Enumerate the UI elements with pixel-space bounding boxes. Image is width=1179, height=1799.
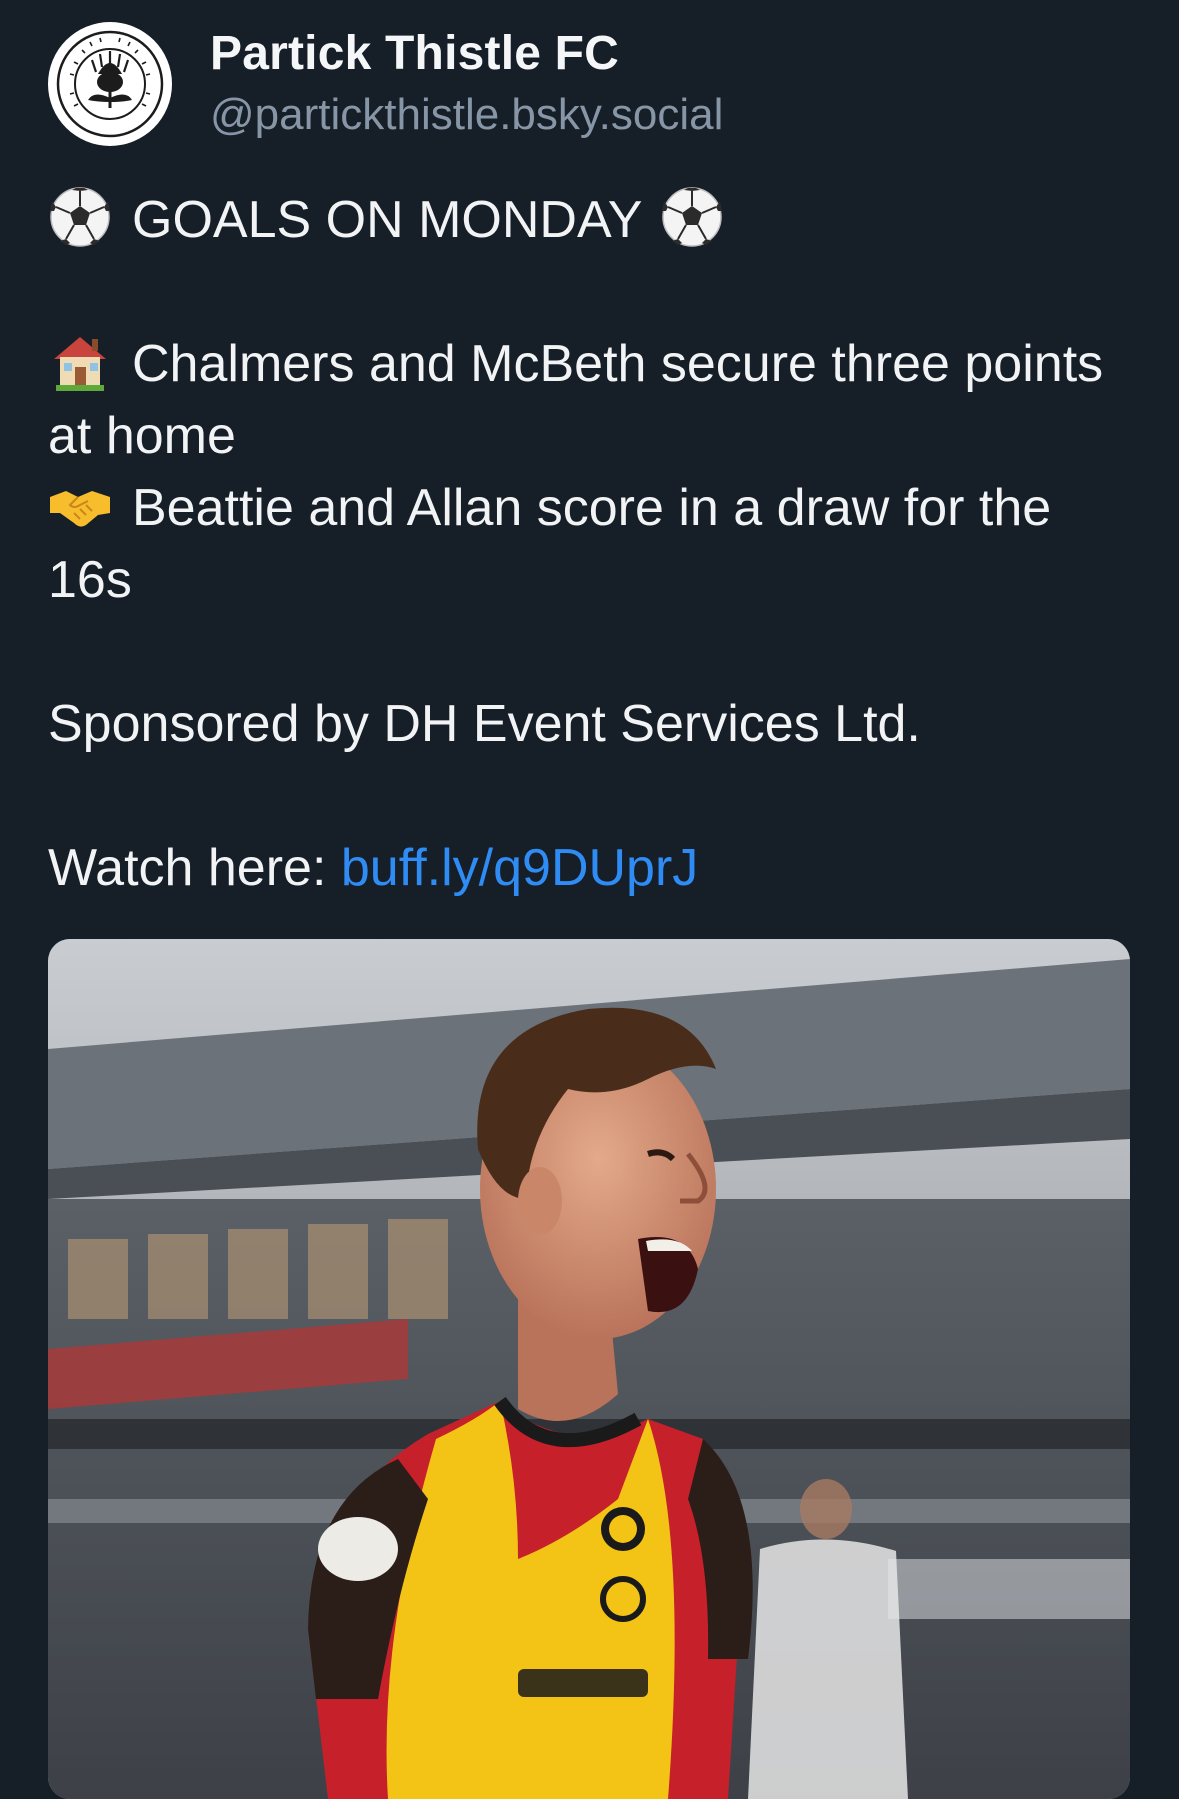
avatar[interactable] (48, 22, 172, 146)
watch-line: Watch here: buff.ly/q9DUprJ (48, 832, 1138, 904)
post-text: GOALS ON MONDAY Chalmers and McBeth secu… (48, 184, 1138, 904)
post: Partick Thistle FC @partickthistle.bsky.… (0, 0, 1179, 1799)
result-text-first-team: Chalmers and McBeth secure three points … (48, 335, 1104, 465)
sponsor-line: Sponsored by DH Event Services Ltd. (48, 695, 921, 753)
player-celebrating-photo (48, 939, 1130, 1799)
soccer-ball-icon (660, 185, 724, 249)
result-text-under-16s: Beattie and Allan score in a draw for th… (48, 479, 1052, 609)
author-display-name[interactable]: Partick Thistle FC (210, 26, 619, 81)
handshake-icon (48, 473, 112, 537)
watch-link[interactable]: buff.ly/q9DUprJ (341, 839, 698, 897)
soccer-ball-icon (48, 185, 112, 249)
partick-thistle-crest-icon (50, 24, 170, 144)
post-image[interactable] (48, 939, 1130, 1799)
result-line-first-team: Chalmers and McBeth secure three points … (48, 328, 1138, 472)
headline-text: GOALS ON MONDAY (132, 191, 643, 249)
house-icon (48, 329, 112, 393)
result-line-under-16s: Beattie and Allan score in a draw for th… (48, 472, 1138, 616)
author-handle[interactable]: @partickthistle.bsky.social (210, 90, 723, 140)
watch-label: Watch here: (48, 839, 341, 897)
headline-line: GOALS ON MONDAY (48, 184, 1138, 256)
